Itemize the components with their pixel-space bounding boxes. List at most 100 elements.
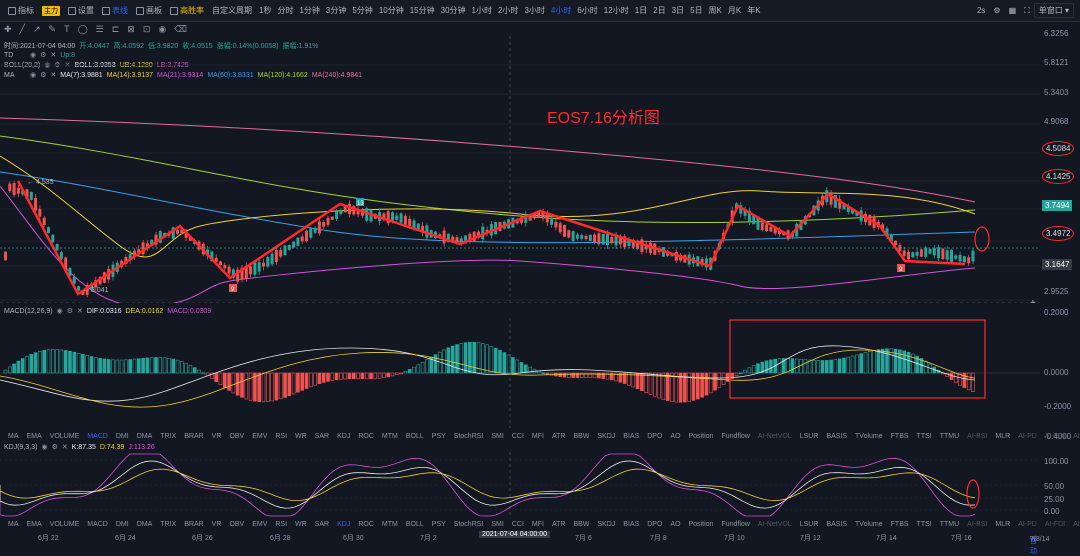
indicator-tab-TTMU[interactable]: TTMU [936,521,963,528]
indicator-tab-MACD[interactable]: MACD [83,433,112,440]
timeframe-5日[interactable]: 5日 [687,5,705,16]
indicator-tab-AI-BSI[interactable]: AI-BSI [963,521,991,528]
indicator-tab-MLR[interactable]: MLR [991,433,1014,440]
indicator-tab-EMV[interactable]: EMV [248,521,271,528]
indicator-tab-DMI[interactable]: DMI [112,521,133,528]
indicator-tab-ROC[interactable]: ROC [354,433,378,440]
indicator-tab-DPO[interactable]: DPO [643,521,666,528]
eye-tool-icon[interactable]: ◉ [158,24,166,35]
indicator-tab-MFI[interactable]: MFI [528,521,548,528]
indicator-tab-BASIS[interactable]: BASIS [822,521,851,528]
timeframe-3分钟[interactable]: 3分钟 [323,5,349,16]
indicator-tab-BRAR[interactable]: BRAR [180,433,207,440]
indicator-tab-StochRSI[interactable]: StochRSI [450,521,488,528]
gear-icon[interactable]: ⚙ [52,443,58,451]
indicator-tab-AI-PD[interactable]: AI-PD [1014,433,1041,440]
timeframe-周K[interactable]: 周K [706,5,725,16]
indicator-tab-MFI[interactable]: MFI [528,433,548,440]
indicator-tab-DMA[interactable]: DMA [133,433,157,440]
indicator-tab-SAR[interactable]: SAR [311,521,333,528]
toolbar-item-0[interactable]: 指标 [4,0,38,22]
delete-tool-icon[interactable]: ⌫ [174,24,187,35]
trendline-tool-icon[interactable]: ╱ [20,24,25,35]
macd-name[interactable]: MACD(12,26,9) [4,308,53,315]
indicator-tab-VOLUME[interactable]: VOLUME [46,433,84,440]
indicator-tab-AI-FDI[interactable]: AI-FDI [1041,433,1069,440]
timeframe-1秒[interactable]: 1秒 [256,5,274,16]
indicator-tab-StochRSI[interactable]: StochRSI [450,433,488,440]
indicator-tab-OBV[interactable]: OBV [225,433,248,440]
indicator-tab-BOLL[interactable]: BOLL [402,521,428,528]
timeframe-2日[interactable]: 2日 [650,5,668,16]
indicator-tab-Position[interactable]: Position [685,521,718,528]
timeframe-1分钟[interactable]: 1分钟 [296,5,322,16]
indicator-tab-TRIX[interactable]: TRIX [156,433,180,440]
indicator-tab-AI-BSI[interactable]: AI-BSI [963,433,991,440]
indicator-tab-TVolume[interactable]: TVolume [851,521,887,528]
timeframe-2小时[interactable]: 2小时 [495,5,521,16]
indicator-tab-AI-FDI[interactable]: AI-FDI [1041,521,1069,528]
ray-tool-icon[interactable]: ↗ [33,24,41,35]
indicator-tab-Fundflow[interactable]: Fundflow [717,521,753,528]
fullscreen-icon[interactable]: ⛶ [1020,6,1034,16]
crosshair-tool-icon[interactable]: ✚ [4,24,12,35]
timeframe-12小时[interactable]: 12小时 [601,5,632,16]
indicator-tab-BBW[interactable]: BBW [569,521,593,528]
toolbar-item-2[interactable]: 设置 [64,0,98,22]
indicator-tab-WR[interactable]: WR [291,433,311,440]
indicator-tab-DPO[interactable]: DPO [643,433,666,440]
indicator-tab-ROC[interactable]: ROC [354,521,378,528]
indicator-tab-VR[interactable]: VR [208,433,226,440]
timeframe-30分钟[interactable]: 30分钟 [438,5,469,16]
timeframe-1小时[interactable]: 1小时 [469,5,495,16]
indicator-tab-Position[interactable]: Position [685,433,718,440]
window-mode-select[interactable]: 单窗口 ▾ [1033,3,1074,18]
indicator-tab-AI-LI[interactable]: AI-LI [1069,521,1080,528]
magnet-tool-icon[interactable]: ⊠ [127,24,135,35]
close-icon[interactable]: ✕ [77,307,83,315]
timeframe-15分钟[interactable]: 15分钟 [407,5,438,16]
indicator-tab-BASIS[interactable]: BASIS [822,433,851,440]
indicator-tab-MA[interactable]: MA [4,433,23,440]
timeframe-10分钟[interactable]: 10分钟 [376,5,407,16]
indicator-tab-AI-PD[interactable]: AI-PD [1014,521,1041,528]
add-marker-icon[interactable]: + [1030,298,1036,303]
indicator-tab-SMI[interactable]: SMI [487,521,507,528]
indicator-tab-RSI[interactable]: RSI [271,433,291,440]
indicator-tab-PSY[interactable]: PSY [428,521,450,528]
indicator-tab-FTBS[interactable]: FTBS [887,433,913,440]
kdj-name[interactable]: KDJ(9,3,3) [4,444,37,451]
indicator-tab-TTSI[interactable]: TTSI [913,521,936,528]
indicator-tab-TTMU[interactable]: TTMU [936,433,963,440]
indicator-tab-CCI[interactable]: CCI [508,521,528,528]
eye-icon[interactable]: ◉ [57,307,63,315]
time-axis[interactable]: 6月 22 6月 24 6月 26 6月 28 6月 30 7月 2 2021-07-04 … [0,530,1080,555]
indicator-tab-AI-NetVOL[interactable]: AI-NetVOL [754,433,796,440]
timeframe-6小时[interactable]: 6小时 [574,5,600,16]
toolbar-item-3[interactable]: 表线 [98,0,132,22]
indicator-tab-AI-NetVOL[interactable]: AI-NetVOL [754,521,796,528]
price-axis[interactable]: 6.3256 5.8121 5.3403 4.9068 4.5084 4.1425 3.74… [1040,29,1080,303]
close-icon[interactable]: ✕ [62,443,68,451]
indicator-tab-VR[interactable]: VR [208,521,226,528]
circle-tool-icon[interactable]: ◯ [78,24,88,35]
indicator-tab-BOLL[interactable]: BOLL [402,433,428,440]
toolbar-item-5[interactable]: 高胜率 [166,0,208,22]
brush-tool-icon[interactable]: ✎ [49,24,57,35]
indicator-tab-EMV[interactable]: EMV [248,433,271,440]
lock-tool-icon[interactable]: ⊡ [143,24,151,35]
ruler-tool-icon[interactable]: ⊏ [112,24,120,35]
indicator-tab-DMA[interactable]: DMA [133,521,157,528]
gear-icon[interactable]: ⚙ [67,307,73,315]
timeframe-3日[interactable]: 3日 [669,5,687,16]
kdj-chart[interactable] [0,452,1040,518]
timeframe-年K[interactable]: 年K [744,5,763,16]
indicator-tab-BRAR[interactable]: BRAR [180,521,207,528]
indicator-tab-WR[interactable]: WR [291,521,311,528]
toolbar-item-6[interactable]: 自定义周期 [208,0,256,22]
indicator-tab-MA[interactable]: MA [4,521,23,528]
indicator-tab-TVolume[interactable]: TVolume [851,433,887,440]
scale-option-2[interactable]: 自动 [1030,536,1037,556]
timeframe-1日[interactable]: 1日 [632,5,650,16]
macd-chart[interactable] [0,318,1040,428]
